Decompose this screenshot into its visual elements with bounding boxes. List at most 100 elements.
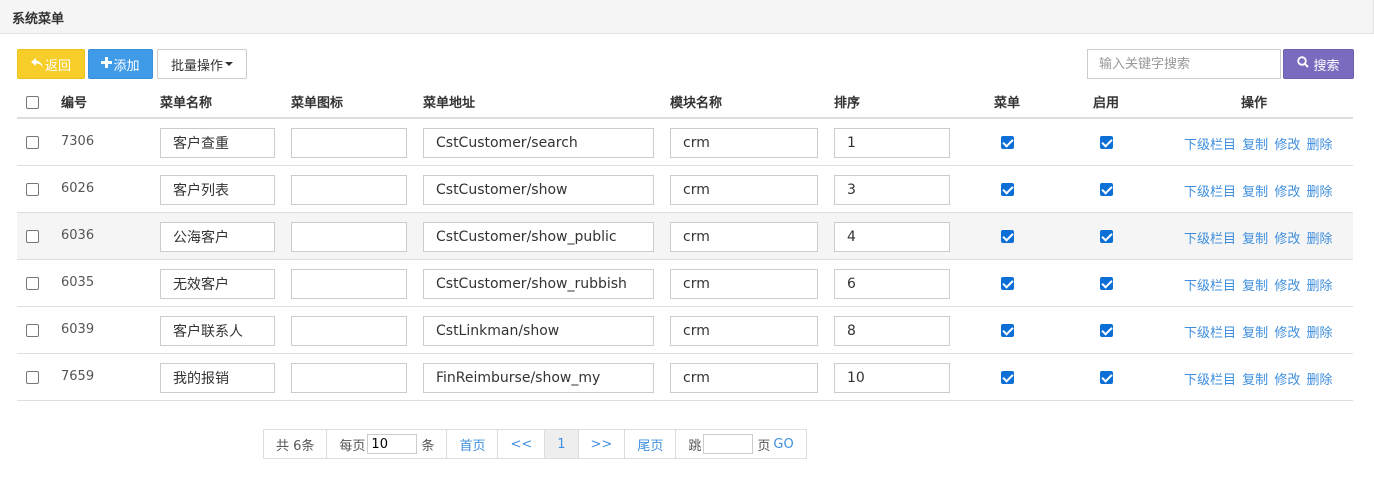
menu-name-field[interactable] xyxy=(160,269,275,299)
enabled-checkbox[interactable] xyxy=(1100,277,1113,290)
copy-link[interactable]: 复制 xyxy=(1242,138,1268,153)
table-row: 6035 下级栏目 复制 修改 删除 xyxy=(17,260,1353,307)
back-arrow-icon xyxy=(30,57,43,72)
batch-label: 批量操作 xyxy=(170,58,223,74)
prev-page-link[interactable]: << xyxy=(498,430,546,458)
menu-icon-field[interactable] xyxy=(291,363,407,393)
menu-icon-field[interactable] xyxy=(291,128,407,158)
go-button[interactable]: GO xyxy=(773,437,793,452)
add-button[interactable]: 添加 xyxy=(88,49,153,79)
menu-checkbox[interactable] xyxy=(1001,183,1014,196)
search-input[interactable] xyxy=(1087,49,1281,79)
col-header-id: 编号 xyxy=(61,96,88,111)
delete-link[interactable]: 删除 xyxy=(1306,373,1332,388)
row-checkbox[interactable] xyxy=(26,277,39,290)
module-name-field[interactable] xyxy=(670,222,818,252)
menu-name-field[interactable] xyxy=(160,175,275,205)
col-header-enabled: 启用 xyxy=(1093,96,1120,111)
first-page-link[interactable]: 首页 xyxy=(447,430,499,458)
menu-url-field[interactable] xyxy=(423,175,654,205)
last-page-link[interactable]: 尾页 xyxy=(625,430,677,458)
edit-link[interactable]: 修改 xyxy=(1274,185,1300,200)
copy-link[interactable]: 复制 xyxy=(1242,373,1268,388)
delete-link[interactable]: 删除 xyxy=(1306,185,1332,200)
row-id: 6035 xyxy=(61,275,95,290)
copy-link[interactable]: 复制 xyxy=(1242,232,1268,247)
sub-column-link[interactable]: 下级栏目 xyxy=(1184,326,1236,341)
row-checkbox[interactable] xyxy=(26,324,39,337)
menu-name-field[interactable] xyxy=(160,128,275,158)
edit-link[interactable]: 修改 xyxy=(1274,326,1300,341)
jump-prefix: 跳 xyxy=(688,438,702,454)
module-name-field[interactable] xyxy=(670,316,818,346)
menu-checkbox[interactable] xyxy=(1001,277,1014,290)
edit-link[interactable]: 修改 xyxy=(1274,232,1300,247)
caret-down-icon xyxy=(225,62,233,66)
select-all-checkbox[interactable] xyxy=(26,96,39,109)
copy-link[interactable]: 复制 xyxy=(1242,279,1268,294)
sub-column-link[interactable]: 下级栏目 xyxy=(1184,138,1236,153)
sort-field[interactable] xyxy=(834,175,950,205)
batch-actions-dropdown[interactable]: 批量操作 xyxy=(157,49,247,79)
enabled-checkbox[interactable] xyxy=(1100,183,1113,196)
delete-link[interactable]: 删除 xyxy=(1306,326,1332,341)
enabled-checkbox[interactable] xyxy=(1100,371,1113,384)
menu-checkbox[interactable] xyxy=(1001,324,1014,337)
per-page-input[interactable] xyxy=(367,434,418,454)
menu-checkbox[interactable] xyxy=(1001,371,1014,384)
enabled-checkbox[interactable] xyxy=(1100,324,1113,337)
sort-field[interactable] xyxy=(834,222,950,252)
row-checkbox[interactable] xyxy=(26,371,39,384)
sub-column-link[interactable]: 下级栏目 xyxy=(1184,279,1236,294)
delete-link[interactable]: 删除 xyxy=(1306,138,1332,153)
enabled-checkbox[interactable] xyxy=(1100,136,1113,149)
menu-name-field[interactable] xyxy=(160,316,275,346)
sub-column-link[interactable]: 下级栏目 xyxy=(1184,373,1236,388)
menu-icon-field[interactable] xyxy=(291,175,407,205)
row-id: 6039 xyxy=(61,322,95,337)
edit-link[interactable]: 修改 xyxy=(1274,138,1300,153)
row-actions: 下级栏目 复制 修改 删除 xyxy=(1184,369,1334,388)
col-header-menu: 菜单 xyxy=(994,96,1021,111)
delete-link[interactable]: 删除 xyxy=(1306,232,1332,247)
edit-link[interactable]: 修改 xyxy=(1274,279,1300,294)
menu-icon-field[interactable] xyxy=(291,316,407,346)
menu-icon-field[interactable] xyxy=(291,269,407,299)
next-page-link[interactable]: >> xyxy=(579,430,626,458)
menu-url-field[interactable] xyxy=(423,269,654,299)
sort-field[interactable] xyxy=(834,269,950,299)
menu-url-field[interactable] xyxy=(423,316,654,346)
back-button[interactable]: 返回 xyxy=(17,49,85,79)
current-page[interactable]: 1 xyxy=(545,430,579,458)
module-name-field[interactable] xyxy=(670,363,818,393)
search-icon xyxy=(1297,56,1310,72)
menu-name-field[interactable] xyxy=(160,222,275,252)
sub-column-link[interactable]: 下级栏目 xyxy=(1184,185,1236,200)
copy-link[interactable]: 复制 xyxy=(1242,326,1268,341)
menu-url-field[interactable] xyxy=(423,222,654,252)
sort-field[interactable] xyxy=(834,316,950,346)
search-button[interactable]: 搜索 xyxy=(1283,49,1354,79)
copy-link[interactable]: 复制 xyxy=(1242,185,1268,200)
menu-name-field[interactable] xyxy=(160,363,275,393)
row-checkbox[interactable] xyxy=(26,136,39,149)
row-checkbox[interactable] xyxy=(26,183,39,196)
module-name-field[interactable] xyxy=(670,269,818,299)
sort-field[interactable] xyxy=(834,128,950,158)
module-name-field[interactable] xyxy=(670,175,818,205)
enabled-checkbox[interactable] xyxy=(1100,230,1113,243)
menu-url-field[interactable] xyxy=(423,363,654,393)
add-label: 添加 xyxy=(113,58,140,74)
row-id: 7659 xyxy=(61,369,95,384)
edit-link[interactable]: 修改 xyxy=(1274,373,1300,388)
row-checkbox[interactable] xyxy=(26,230,39,243)
jump-page-input[interactable] xyxy=(703,434,754,454)
menu-url-field[interactable] xyxy=(423,128,654,158)
menu-checkbox[interactable] xyxy=(1001,230,1014,243)
sort-field[interactable] xyxy=(834,363,950,393)
delete-link[interactable]: 删除 xyxy=(1306,279,1332,294)
sub-column-link[interactable]: 下级栏目 xyxy=(1184,232,1236,247)
menu-icon-field[interactable] xyxy=(291,222,407,252)
menu-checkbox[interactable] xyxy=(1001,136,1014,149)
module-name-field[interactable] xyxy=(670,128,818,158)
